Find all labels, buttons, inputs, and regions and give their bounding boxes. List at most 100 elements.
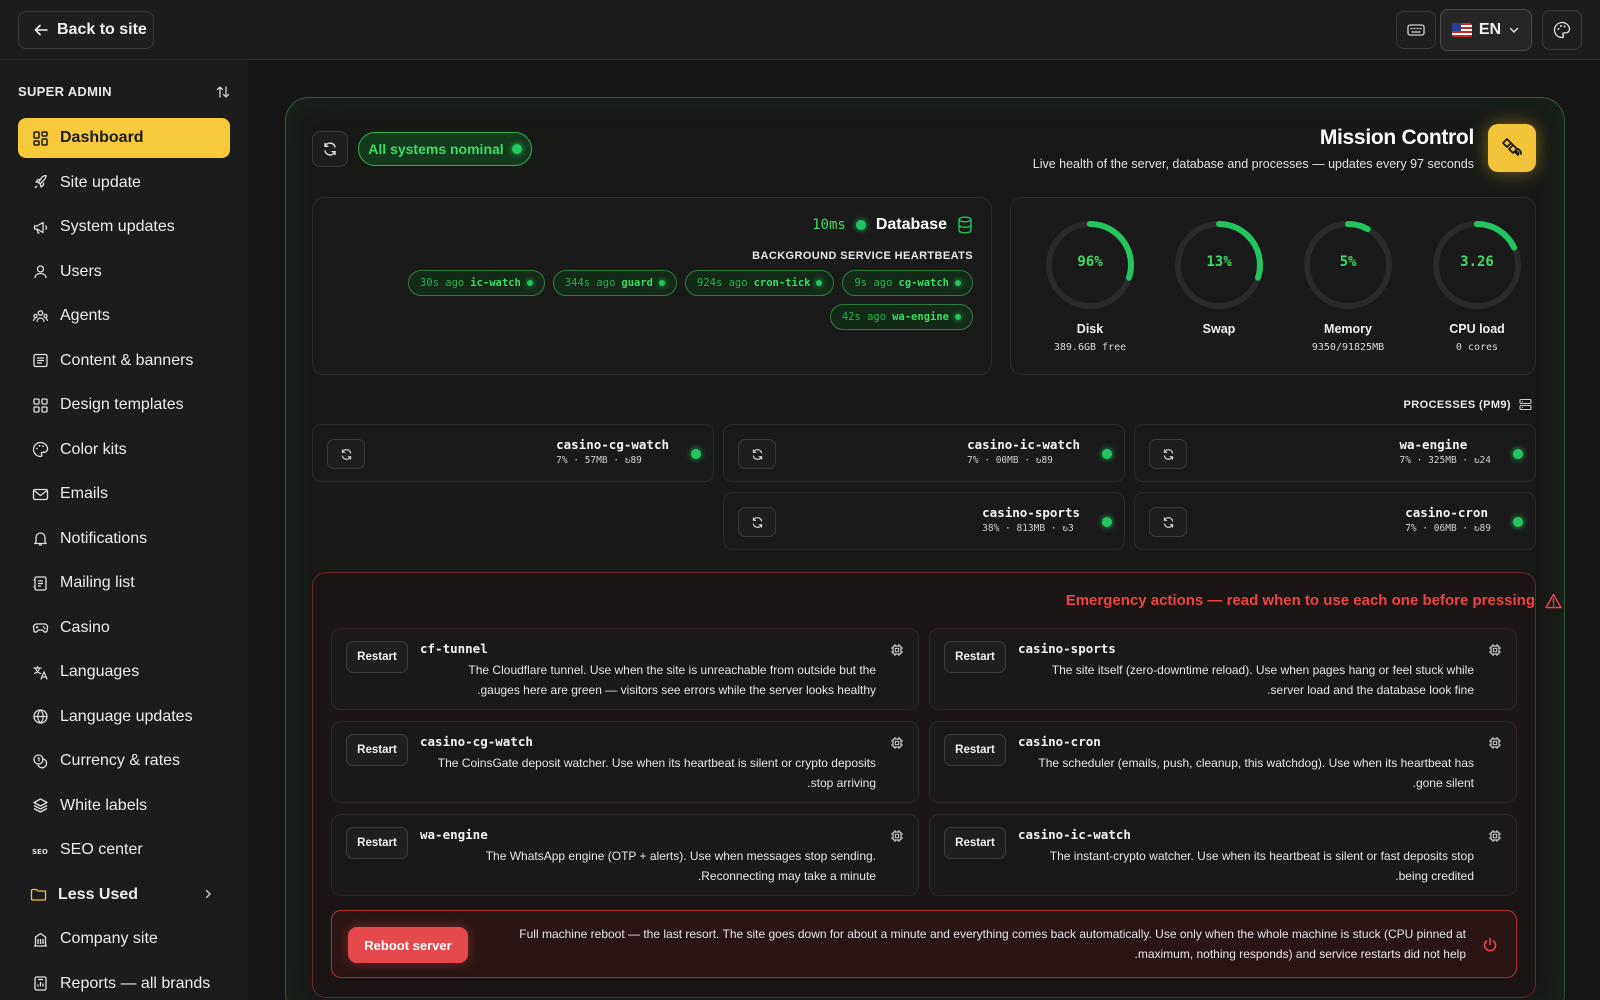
gamepad-icon xyxy=(32,623,49,633)
sidebar-item-label: Languages xyxy=(60,663,140,680)
sidebar-item-system-updates[interactable]: System updates xyxy=(18,207,230,247)
gauge-cpu-load: 3.26 CPU load 0 cores xyxy=(1422,218,1532,353)
process-meta: 7% · 06MB · ↻89 xyxy=(1405,523,1491,534)
language-label: EN xyxy=(1478,21,1502,38)
sidebar: SUPER ADMIN Dashboard Site update System… xyxy=(0,60,248,1000)
sidebar-item-reports[interactable]: Reports — all brands xyxy=(18,964,230,1000)
process-meta: 7% · 325MB · ↻24 xyxy=(1399,455,1491,466)
sidebar-item-agents[interactable]: Agents xyxy=(18,296,230,336)
swap-vertical-icon[interactable] xyxy=(216,85,230,99)
folder-icon xyxy=(30,888,47,901)
heartbeat-name: ic-watch xyxy=(470,277,521,289)
sidebar-item-label: Users xyxy=(60,262,102,280)
status-dot xyxy=(511,144,522,154)
process-card: casino-ic-watch 7% · 00MB · ↻89 xyxy=(723,424,1125,482)
sidebar-item-emails[interactable]: Emails xyxy=(18,474,230,514)
sidebar-item-company-site[interactable]: Company site xyxy=(18,919,230,959)
sidebar-item-label: SEO center xyxy=(60,841,143,858)
action-description: The CoinsGate deposit watcher. Use when … xyxy=(437,756,876,790)
language-selector[interactable]: EN xyxy=(1440,9,1532,51)
chevron-down-icon xyxy=(1509,27,1519,34)
heartbeat-dot xyxy=(816,280,823,286)
svg-text:SEO: SEO xyxy=(32,848,48,856)
theme-palette-button[interactable] xyxy=(1542,10,1582,50)
heartbeat-pill: 924s ago cron-tick xyxy=(685,270,835,296)
heartbeat-name: cron-tick xyxy=(753,277,811,289)
process-restart-button[interactable] xyxy=(1149,439,1187,469)
refresh-icon xyxy=(341,448,351,460)
reboot-description: Full machine reboot — the last resort. T… xyxy=(519,927,1466,961)
sidebar-item-label: Mailing list xyxy=(60,574,135,591)
page-title: Mission Control xyxy=(1319,126,1474,149)
back-to-site-button[interactable]: Back to site xyxy=(18,11,154,49)
heartbeat-ago: 42s ago xyxy=(841,311,887,323)
sidebar-item-mailing-list[interactable]: Mailing list xyxy=(18,563,230,603)
process-restart-button[interactable] xyxy=(738,507,776,537)
restart-button[interactable]: Restart xyxy=(346,827,408,859)
sidebar-item-design-templates[interactable]: Design templates xyxy=(18,385,230,425)
process-restart-button[interactable] xyxy=(738,439,776,469)
sidebar-item-label: Currency & rates xyxy=(60,752,181,769)
sidebar-item-users[interactable]: Users xyxy=(18,252,230,292)
restart-button[interactable]: Restart xyxy=(346,641,408,673)
keyboard-shortcuts-button[interactable] xyxy=(1396,11,1436,49)
sidebar-item-label: Casino xyxy=(60,618,110,636)
process-status-dot xyxy=(691,449,701,459)
reboot-server-button[interactable]: Reboot server xyxy=(348,927,468,963)
sidebar-item-site-update[interactable]: Site update xyxy=(18,163,230,203)
process-status-dot xyxy=(1102,449,1112,459)
gauge-value: 5% xyxy=(1339,254,1357,270)
chevron-right-icon xyxy=(205,889,211,898)
sidebar-item-languages[interactable]: Languages xyxy=(18,652,230,692)
emergency-action-card: Restart casino-sports The site itself (z… xyxy=(929,628,1517,710)
heartbeat-pill: 344s ago guard xyxy=(552,270,677,296)
process-status-dot xyxy=(1102,517,1112,527)
heartbeat-dot xyxy=(526,280,533,286)
process-name: casino-cg-watch xyxy=(556,437,669,452)
heartbeat-pill: 9s ago cg-watch xyxy=(842,270,973,296)
sidebar-item-currency-rates[interactable]: Currency & rates xyxy=(18,741,230,781)
system-status-badge: All systems nominal xyxy=(358,132,532,166)
sidebar-item-color-kits[interactable]: Color kits xyxy=(18,430,230,470)
action-name: casino-cg-watch xyxy=(420,734,533,749)
agents-icon xyxy=(32,309,49,322)
gauge-label: CPU load xyxy=(1449,322,1505,336)
emergency-action-card: Restart casino-cron The scheduler (email… xyxy=(929,721,1517,803)
action-description: The Cloudflare tunnel. Use when the site… xyxy=(468,663,876,697)
sidebar-item-notifications[interactable]: Notifications xyxy=(18,519,230,559)
system-status-label: All systems nominal xyxy=(368,141,504,157)
sidebar-item-label: Company site xyxy=(60,930,158,947)
process-card: casino-sports 38% · 813MB · ↻3 xyxy=(723,492,1125,550)
process-restart-button[interactable] xyxy=(1149,507,1187,537)
sidebar-item-label: Agents xyxy=(60,307,110,324)
sidebar-item-content-banners[interactable]: Content & banners xyxy=(18,341,230,381)
gauge-sub: 9350/91825MB xyxy=(1311,342,1385,353)
heartbeats-row: 42s ago wa-engine xyxy=(829,304,973,330)
database-label: Database xyxy=(875,216,947,233)
restart-button[interactable]: Restart xyxy=(944,827,1006,859)
restart-button[interactable]: Restart xyxy=(346,734,408,766)
restart-button[interactable]: Restart xyxy=(944,734,1006,766)
sidebar-item-seo-center[interactable]: SEO SEO center xyxy=(18,830,230,870)
refresh-button[interactable] xyxy=(312,131,348,167)
gauge-swap: 13% Swap xyxy=(1164,218,1274,342)
action-description: The site itself (zero-downtime reload). … xyxy=(1051,663,1474,697)
sidebar-item-language-updates[interactable]: Language updates xyxy=(18,697,230,737)
restart-button[interactable]: Restart xyxy=(944,641,1006,673)
emergency-action-card: Restart cf-tunnel The Cloudflare tunnel.… xyxy=(331,628,919,710)
page-subtitle: Live health of the server, database and … xyxy=(1032,157,1474,171)
sidebar-item-less-used[interactable]: Less Used xyxy=(18,875,230,915)
process-restart-button[interactable] xyxy=(327,439,365,469)
emergency-title: Emergency actions — read when to use eac… xyxy=(1066,592,1562,609)
sidebar-item-dashboard[interactable]: Dashboard xyxy=(18,118,230,158)
process-name: casino-sports xyxy=(982,505,1080,520)
cpu-icon xyxy=(891,830,903,842)
sidebar-item-white-labels[interactable]: White labels xyxy=(18,786,230,826)
sidebar-item-casino[interactable]: Casino xyxy=(18,608,230,648)
sidebar-role-label: SUPER ADMIN xyxy=(18,84,112,99)
heartbeats-row: 30s ago ic-watch 344s ago guard 924s ago cr… xyxy=(407,270,973,296)
heartbeat-dot xyxy=(955,280,961,286)
grid-icon xyxy=(33,397,48,413)
sidebar-item-label: Dashboard xyxy=(60,129,144,146)
process-card: casino-cron 7% · 06MB · ↻89 xyxy=(1134,492,1536,550)
